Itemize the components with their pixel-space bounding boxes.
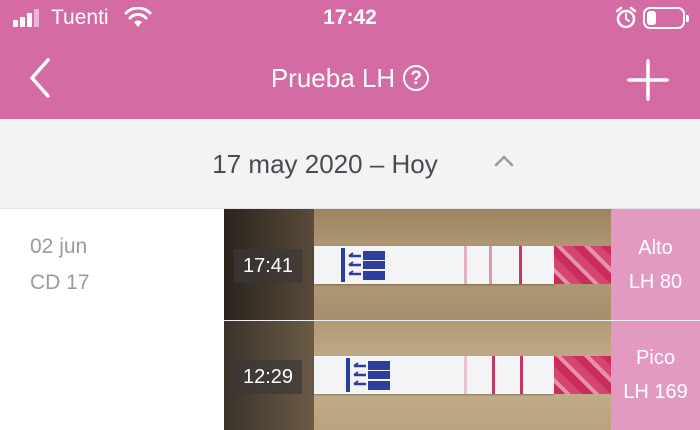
result-badge: Alto LH 80 xyxy=(611,209,700,320)
max-arrow-icon xyxy=(344,356,394,394)
battery-level xyxy=(647,11,656,25)
test-time: 17:41 xyxy=(234,249,302,283)
date-range-label: 17 may 2020 – Hoy xyxy=(212,149,438,179)
strip-wrapper xyxy=(554,356,611,394)
result-badge: Pico LH 169 xyxy=(611,321,700,430)
lh-value: LH 169 xyxy=(623,381,688,403)
result-level: Pico xyxy=(636,347,675,369)
alarm-clock-icon xyxy=(615,6,637,29)
cycle-day: CD 17 xyxy=(30,271,90,294)
test-row[interactable]: 17:41 Alto LH 80 xyxy=(224,209,700,320)
test-strip xyxy=(314,356,554,394)
page-title: Prueba LH? xyxy=(0,62,700,94)
plus-icon[interactable] xyxy=(626,58,670,102)
chevron-up-icon[interactable] xyxy=(493,153,515,169)
lh-value: LH 80 xyxy=(628,271,683,293)
help-icon[interactable]: ? xyxy=(403,65,430,91)
clock: 17:42 xyxy=(323,6,377,29)
day-date: 02 jun xyxy=(30,235,88,258)
nav-bar: Prueba LH? xyxy=(0,38,700,119)
battery-icon xyxy=(643,7,689,29)
test-strip xyxy=(314,246,554,284)
test-row[interactable]: 12:29 Pico LH 169 xyxy=(224,321,700,430)
page-title-text: Prueba LH xyxy=(270,63,396,93)
status-bar: Tuenti 17:42 xyxy=(0,0,700,38)
strip-wrapper xyxy=(554,246,611,284)
test-time: 12:29 xyxy=(234,360,302,394)
date-range-selector[interactable]: 17 may 2020 – Hoy xyxy=(0,119,700,209)
max-arrow-icon xyxy=(339,246,389,284)
result-level: Alto xyxy=(638,237,673,259)
